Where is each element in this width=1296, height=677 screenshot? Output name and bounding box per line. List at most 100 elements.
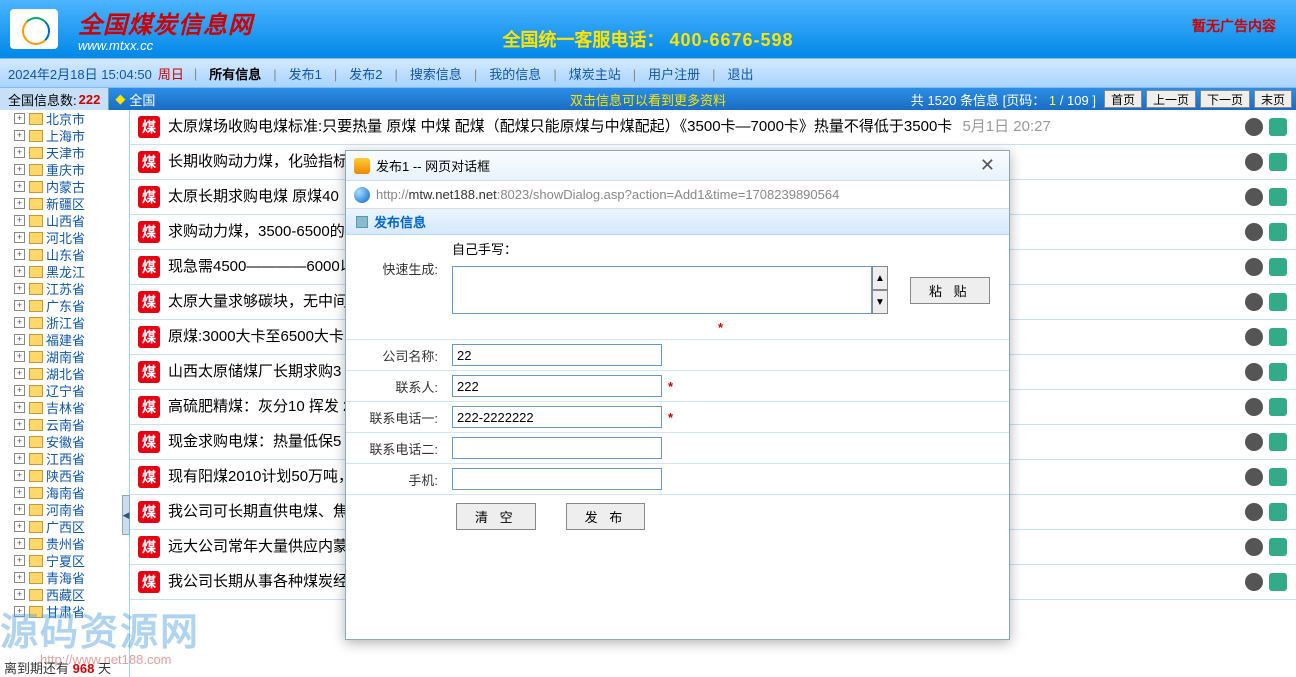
expand-icon[interactable]: + <box>14 283 25 294</box>
edit-icon[interactable] <box>1269 223 1287 241</box>
edit-icon[interactable] <box>1269 153 1287 171</box>
menu-item-6[interactable]: 用户注册 <box>648 67 700 82</box>
expand-icon[interactable]: + <box>14 470 25 481</box>
qq-icon[interactable] <box>1245 503 1263 521</box>
phone1-input[interactable] <box>452 406 662 428</box>
expand-icon[interactable]: + <box>14 453 25 464</box>
tree-item[interactable]: +湖北省 <box>0 365 129 382</box>
phone2-input[interactable] <box>452 437 662 459</box>
tree-item[interactable]: +江西省 <box>0 450 129 467</box>
qq-icon[interactable] <box>1245 538 1263 556</box>
paste-button[interactable]: 粘 贴 <box>910 277 990 304</box>
qq-icon[interactable] <box>1245 433 1263 451</box>
tree-item[interactable]: +陕西省 <box>0 467 129 484</box>
qq-icon[interactable] <box>1245 398 1263 416</box>
edit-icon[interactable] <box>1269 328 1287 346</box>
expand-icon[interactable]: + <box>14 215 25 226</box>
tree-item[interactable]: +广东省 <box>0 297 129 314</box>
menu-item-3[interactable]: 搜索信息 <box>410 67 462 82</box>
expand-icon[interactable]: + <box>14 198 25 209</box>
expand-icon[interactable]: + <box>14 130 25 141</box>
qq-icon[interactable] <box>1245 153 1263 171</box>
expand-icon[interactable]: + <box>14 555 25 566</box>
expand-icon[interactable]: + <box>14 266 25 277</box>
tree-item[interactable]: +北京市 <box>0 110 129 127</box>
edit-icon[interactable] <box>1269 503 1287 521</box>
clear-button[interactable]: 清 空 <box>456 503 536 530</box>
edit-icon[interactable] <box>1269 363 1287 381</box>
edit-icon[interactable] <box>1269 538 1287 556</box>
next-page-button[interactable]: 下一页 <box>1200 90 1250 108</box>
tree-item[interactable]: +西藏区 <box>0 586 129 603</box>
expand-icon[interactable]: + <box>14 300 25 311</box>
tree-item[interactable]: +新疆区 <box>0 195 129 212</box>
company-input[interactable] <box>452 344 662 366</box>
expand-icon[interactable]: + <box>14 589 25 600</box>
menu-item-1[interactable]: 发布1 <box>289 67 322 82</box>
first-page-button[interactable]: 首页 <box>1104 90 1142 108</box>
expand-icon[interactable]: + <box>14 572 25 583</box>
tree-item[interactable]: +贵州省 <box>0 535 129 552</box>
expand-icon[interactable]: + <box>14 334 25 345</box>
expand-icon[interactable]: + <box>14 249 25 260</box>
contact-input[interactable] <box>452 375 662 397</box>
publish-button[interactable]: 发 布 <box>566 503 646 530</box>
tree-item[interactable]: +山西省 <box>0 212 129 229</box>
qq-icon[interactable] <box>1245 573 1263 591</box>
qq-icon[interactable] <box>1245 468 1263 486</box>
expand-icon[interactable]: + <box>14 351 25 362</box>
edit-icon[interactable] <box>1269 293 1287 311</box>
edit-icon[interactable] <box>1269 468 1287 486</box>
expand-icon[interactable]: + <box>14 606 25 617</box>
region-selector[interactable]: ◆ 全国 <box>115 90 155 109</box>
edit-icon[interactable] <box>1269 398 1287 416</box>
qq-icon[interactable] <box>1245 118 1263 136</box>
menu-item-5[interactable]: 煤炭主站 <box>569 67 621 82</box>
tree-item[interactable]: +河北省 <box>0 229 129 246</box>
tree-item[interactable]: +湖南省 <box>0 348 129 365</box>
prev-page-button[interactable]: 上一页 <box>1146 90 1196 108</box>
tree-item[interactable]: +吉林省 <box>0 399 129 416</box>
expand-icon[interactable]: + <box>14 436 25 447</box>
expand-icon[interactable]: + <box>14 113 25 124</box>
expand-icon[interactable]: + <box>14 317 25 328</box>
tree-item[interactable]: +福建省 <box>0 331 129 348</box>
expand-icon[interactable]: + <box>14 402 25 413</box>
tree-item[interactable]: +甘肃省 <box>0 603 129 620</box>
edit-icon[interactable] <box>1269 118 1287 136</box>
tree-item[interactable]: +山东省 <box>0 246 129 263</box>
menu-item-0[interactable]: 所有信息 <box>209 67 261 82</box>
quick-gen-textarea[interactable] <box>452 266 872 314</box>
close-icon[interactable]: ✕ <box>974 155 1001 176</box>
sidebar-collapse-handle[interactable]: ◀ <box>122 495 130 535</box>
scroll-up-icon[interactable]: ▲ <box>872 266 888 290</box>
qq-icon[interactable] <box>1245 363 1263 381</box>
tree-item[interactable]: +内蒙古 <box>0 178 129 195</box>
menu-item-2[interactable]: 发布2 <box>349 67 382 82</box>
tree-item[interactable]: +宁夏区 <box>0 552 129 569</box>
menu-item-4[interactable]: 我的信息 <box>489 67 541 82</box>
tree-item[interactable]: +安徽省 <box>0 433 129 450</box>
expand-icon[interactable]: + <box>14 538 25 549</box>
tree-item[interactable]: +浙江省 <box>0 314 129 331</box>
edit-icon[interactable] <box>1269 188 1287 206</box>
edit-icon[interactable] <box>1269 433 1287 451</box>
tree-item[interactable]: +江苏省 <box>0 280 129 297</box>
tree-item[interactable]: +青海省 <box>0 569 129 586</box>
edit-icon[interactable] <box>1269 258 1287 276</box>
qq-icon[interactable] <box>1245 223 1263 241</box>
qq-icon[interactable] <box>1245 188 1263 206</box>
tree-item[interactable]: +上海市 <box>0 127 129 144</box>
tree-item[interactable]: +天津市 <box>0 144 129 161</box>
qq-icon[interactable] <box>1245 258 1263 276</box>
expand-icon[interactable]: + <box>14 368 25 379</box>
edit-icon[interactable] <box>1269 573 1287 591</box>
expand-icon[interactable]: + <box>14 521 25 532</box>
tree-item[interactable]: +辽宁省 <box>0 382 129 399</box>
dialog-titlebar[interactable]: 发布1 -- 网页对话框 ✕ <box>346 151 1009 181</box>
qq-icon[interactable] <box>1245 293 1263 311</box>
expand-icon[interactable]: + <box>14 147 25 158</box>
expand-icon[interactable]: + <box>14 164 25 175</box>
expand-icon[interactable]: + <box>14 181 25 192</box>
menu-item-7[interactable]: 退出 <box>728 67 754 82</box>
